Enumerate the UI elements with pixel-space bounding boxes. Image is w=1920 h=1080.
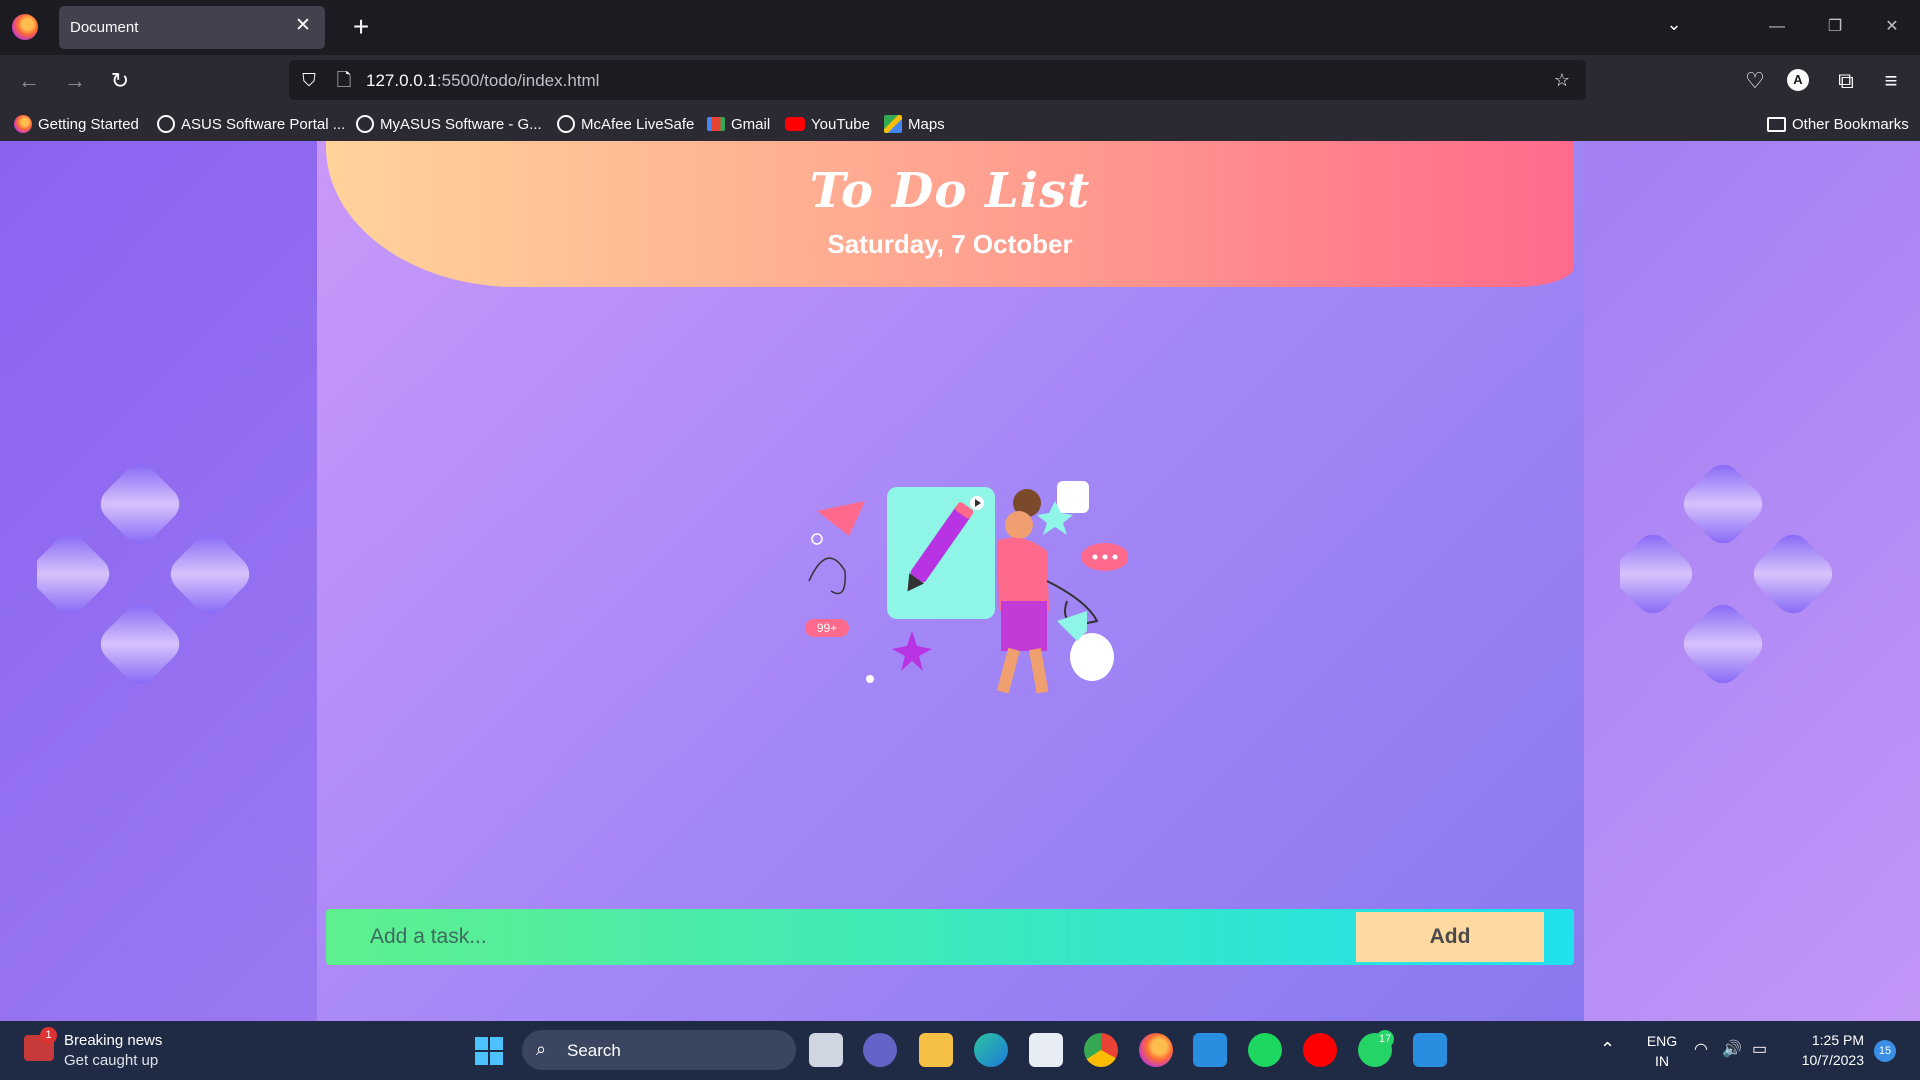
language-in[interactable]: IN [1644, 1053, 1680, 1069]
right-diamond-decoration [1620, 464, 1833, 684]
tab-title: Document [70, 19, 139, 36]
clock-time[interactable]: 1:25 PM [1790, 1032, 1864, 1048]
spotify-icon[interactable] [1248, 1033, 1282, 1067]
search-label: Search [567, 1041, 621, 1060]
ms-store-icon[interactable] [1029, 1033, 1063, 1067]
bookmark-star-icon[interactable]: ☆ [1550, 68, 1574, 92]
new-tab-button[interactable]: + [348, 12, 374, 42]
close-tab-icon[interactable]: ✕ [291, 14, 315, 38]
language-eng[interactable]: ENG [1644, 1033, 1680, 1049]
restore-button[interactable]: ❐ [1815, 10, 1855, 44]
reload-icon[interactable]: ↻ [105, 66, 135, 96]
windows-start-icon[interactable] [474, 1036, 504, 1066]
left-diamond-decoration [37, 464, 250, 684]
globe-icon [356, 115, 374, 133]
gmail-icon [707, 117, 725, 131]
url-bar[interactable]: ⛉ 🗋 127.0.0.1:5500/todo/index.html ☆ [289, 60, 1586, 100]
bookmark-getting-started[interactable]: Getting Started [14, 114, 139, 134]
bookmark-gmail[interactable]: Gmail [707, 114, 770, 134]
tray-chevron-up-icon[interactable]: ⌃ [1600, 1039, 1615, 1060]
globe-icon [557, 115, 575, 133]
wifi-icon[interactable]: ◠ [1694, 1039, 1708, 1059]
tab-document[interactable]: Document ✕ [59, 6, 325, 49]
news-subtitle[interactable]: Get caught up [64, 1052, 158, 1069]
close-window-button[interactable]: ✕ [1872, 10, 1912, 44]
battery-icon[interactable]: ▭ [1752, 1039, 1767, 1059]
teams-chat-icon[interactable] [863, 1033, 897, 1067]
clock-date[interactable]: 10/7/2023 [1790, 1052, 1864, 1068]
badge-99-plus: 99+ [817, 621, 837, 635]
globe-icon [157, 115, 175, 133]
bookmarks-toolbar: Getting Started ASUS Software Portal ...… [0, 105, 1920, 141]
youtube-music-icon[interactable] [1303, 1033, 1337, 1067]
chrome-icon[interactable] [1084, 1033, 1118, 1067]
account-avatar[interactable]: A [1787, 69, 1809, 91]
bookmark-maps[interactable]: Maps [884, 114, 945, 134]
page-title: To Do List [809, 163, 1091, 219]
taskbar-search[interactable]: ⌕ Search [522, 1030, 796, 1070]
bookmark-myasus[interactable]: MyASUS Software - G... [356, 114, 542, 134]
firefox-taskbar-icon[interactable] [1139, 1033, 1173, 1067]
firefox-icon [14, 115, 32, 133]
task-input[interactable] [326, 909, 1354, 965]
minimize-button[interactable]: — [1757, 10, 1797, 44]
add-task-button[interactable]: Add [1356, 912, 1544, 962]
woman-drawing-illustration: 99+ [805, 481, 1127, 694]
youtube-icon [785, 117, 805, 131]
news-badge: 1 [40, 1027, 57, 1044]
page-background: To Do List Saturday, 7 October 99+ Add a… [0, 141, 1920, 1021]
task-input-bar: Add [326, 909, 1574, 965]
file-explorer-icon[interactable] [919, 1033, 953, 1067]
page-icon[interactable]: 🗋 [332, 68, 356, 92]
navigation-bar: ← → ↻ ⛉ 🗋 127.0.0.1:5500/todo/index.html… [0, 55, 1920, 105]
menu-hamburger-icon[interactable]: ≡ [1876, 66, 1906, 96]
maps-icon [884, 115, 902, 133]
bookmark-asus-portal[interactable]: ASUS Software Portal ... [157, 114, 345, 134]
tab-bar: Document ✕ + ⌄ — ❐ ✕ [0, 0, 1920, 55]
forward-arrow-icon[interactable]: → [60, 66, 90, 96]
news-title[interactable]: Breaking news [64, 1032, 162, 1049]
task-view-icon[interactable] [809, 1033, 843, 1067]
firefox-logo-icon[interactable] [12, 14, 38, 40]
edge-icon[interactable] [974, 1033, 1008, 1067]
back-arrow-icon[interactable]: ← [14, 66, 44, 96]
whatsapp-badge: 17 [1376, 1030, 1394, 1048]
bookmark-mcafee[interactable]: McAfee LiveSafe [557, 114, 694, 134]
url-text[interactable]: 127.0.0.1:5500/todo/index.html [366, 71, 599, 91]
search-icon: ⌕ [536, 1039, 547, 1059]
bookmark-youtube[interactable]: YouTube [785, 114, 870, 134]
todo-app-icon[interactable] [1413, 1033, 1447, 1067]
vscode-icon[interactable] [1193, 1033, 1227, 1067]
shield-icon[interactable]: ⛉ [297, 68, 321, 92]
notification-count-badge[interactable]: 15 [1874, 1040, 1896, 1062]
windows-taskbar: 1 Breaking news Get caught up ⌕ Search 1… [0, 1021, 1920, 1080]
extensions-puzzle-icon[interactable]: ⧉ [1831, 66, 1861, 96]
current-date: Saturday, 7 October [827, 229, 1073, 259]
folder-icon [1767, 116, 1786, 132]
todo-container: To Do List Saturday, 7 October 99+ Add a… [317, 141, 1584, 1021]
list-tabs-chevron-icon[interactable]: ⌄ [1659, 14, 1689, 40]
volume-icon[interactable]: 🔊 [1722, 1039, 1742, 1059]
other-bookmarks[interactable]: Other Bookmarks [1767, 114, 1909, 134]
header-banner: To Do List Saturday, 7 October [326, 141, 1574, 287]
pocket-icon[interactable]: ♡ [1740, 66, 1770, 96]
